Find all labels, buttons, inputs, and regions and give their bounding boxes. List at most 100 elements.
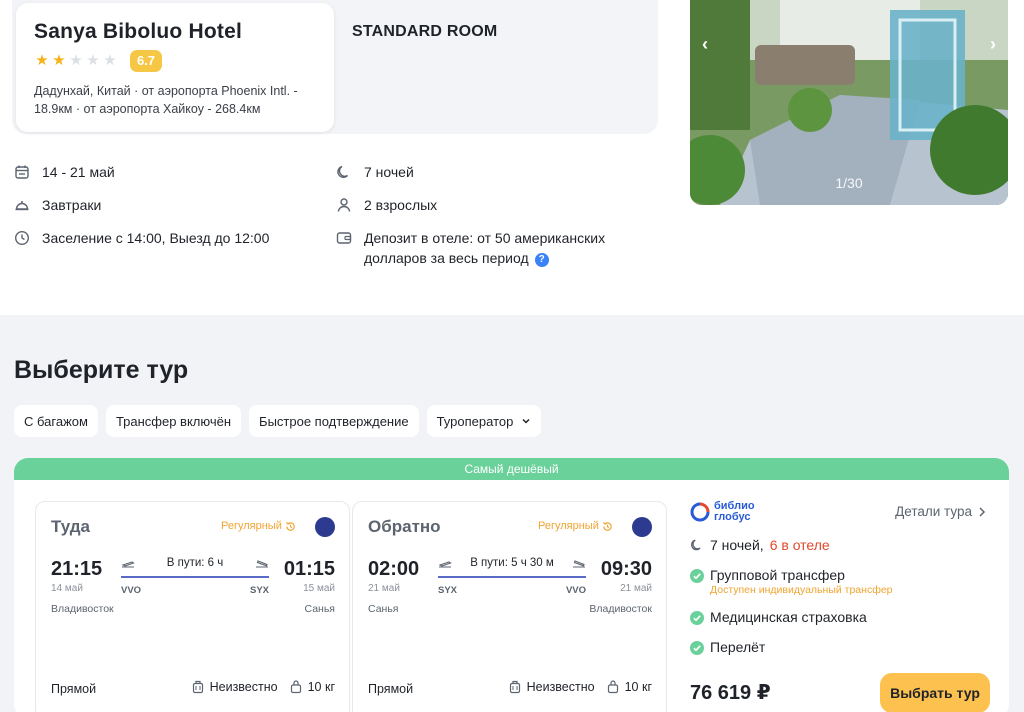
tour-price: 76 619 ₽ xyxy=(690,682,771,704)
nights-in-hotel: 6 в отеле xyxy=(769,537,830,553)
tours-section: Выберите тур С багажом Трансфер включён … xyxy=(0,315,1024,712)
history-icon xyxy=(285,521,295,531)
calendar-icon xyxy=(15,165,29,179)
nights-row: 7 ночей xyxy=(336,162,414,182)
star-icon: ★ xyxy=(86,52,100,69)
suitcase-icon xyxy=(192,680,203,694)
star-icon: ★ xyxy=(103,52,117,69)
departure-date: 14 май xyxy=(51,583,83,594)
tour-details-label: Детали тура xyxy=(895,504,972,519)
dates-row: 14 - 21 май xyxy=(14,162,115,182)
photo-prev-icon[interactable]: ‹ xyxy=(702,34,708,55)
departure-time: 02:00 xyxy=(368,558,420,580)
airline-logo xyxy=(315,517,335,537)
suitcase-icon xyxy=(509,680,520,694)
hotel-location: Дадунхай, Китай · от аэропорта Phoenix I… xyxy=(34,84,298,116)
select-tour-button[interactable]: Выбрать тур xyxy=(880,673,990,712)
flight-stops: Прямой xyxy=(51,682,97,696)
meal-row: Завтраки xyxy=(14,195,101,215)
operator-logo-mark xyxy=(690,502,710,522)
route-line xyxy=(121,576,269,578)
flight-duration: В пути: 5 ч 30 м xyxy=(470,557,554,569)
destination-city: Владивосток xyxy=(589,603,652,615)
luggage-text: Неизвестно xyxy=(209,680,278,694)
flight-direction: Обратно xyxy=(368,517,441,536)
filter-operator-dropdown[interactable]: Туроператор xyxy=(426,405,542,437)
photo-counter: 1/30 xyxy=(835,175,863,191)
guests-row: 2 взрослых xyxy=(336,195,437,215)
tour-nights-text: 7 ночей, xyxy=(710,537,764,553)
hotel-name: Sanya Biboluo Hotel xyxy=(34,20,242,43)
tour-filters: С багажом Трансфер включён Быстрое подтв… xyxy=(14,405,542,437)
checkin-row: Заселение с 14:00, Выезд до 12:00 xyxy=(14,228,269,248)
wallet-icon xyxy=(336,232,352,244)
history-icon xyxy=(602,521,612,531)
flight-type: Регулярный xyxy=(221,520,296,532)
tour-offer-card: Самый дешёвый Туда Регулярный 21:15 14 м… xyxy=(14,458,1009,712)
guests-text: 2 взрослых xyxy=(364,197,438,213)
luggage-info: Неизвестно 10 кг xyxy=(192,680,335,694)
origin-city: Санья xyxy=(368,603,399,615)
arrival-date: 21 май xyxy=(620,583,652,594)
deposit-row: Депозит в отеле: от 50 американских долл… xyxy=(336,228,636,268)
hotel-photo[interactable]: ‹ › 1/30 xyxy=(690,0,1008,205)
clock-icon xyxy=(14,230,30,246)
tour-details-link[interactable]: Детали тура xyxy=(895,504,986,519)
include-label: Перелёт xyxy=(710,639,766,655)
hand-luggage-text: 10 кг xyxy=(624,680,652,694)
luggage-text: Неизвестно xyxy=(526,680,595,694)
filter-label: Туроператор xyxy=(436,413,514,429)
deposit-label: Депозит в отеле: от 50 американских долл… xyxy=(364,230,606,266)
cloche-icon xyxy=(15,201,29,211)
hotel-stars: ★ ★ ★ ★ ★ xyxy=(34,53,118,69)
help-icon[interactable]: ? xyxy=(534,253,549,267)
filter-transfer[interactable]: Трансфер включён xyxy=(105,405,242,437)
person-icon xyxy=(337,198,351,212)
filter-label: С багажом xyxy=(24,413,88,429)
filter-luggage[interactable]: С багажом xyxy=(14,405,98,437)
flight-type-label: Регулярный xyxy=(221,520,282,532)
include-text: Групповой трансфер Доступен индивидуальн… xyxy=(710,567,893,596)
destination-code: VVO xyxy=(565,585,586,596)
include-flight: Перелёт xyxy=(690,639,765,655)
bag-icon xyxy=(290,680,301,694)
moon-icon xyxy=(691,539,701,551)
rating-badge: 6.7 xyxy=(130,50,162,72)
include-label: Групповой трансфер xyxy=(710,567,845,583)
route-line xyxy=(438,576,586,578)
star-icon: ★ xyxy=(52,52,66,69)
chevron-down-icon xyxy=(522,418,530,424)
operator-name: библио глобус xyxy=(714,501,755,523)
tour-summary: библио глобус Детали тура 7 ночей, 6 в о… xyxy=(690,501,990,712)
departure-date: 21 май xyxy=(368,583,400,594)
operator-logo: библио глобус xyxy=(690,501,755,523)
moon-icon xyxy=(337,165,349,178)
outbound-flight-card[interactable]: Туда Регулярный 21:15 14 май В пути: 6 ч… xyxy=(35,501,350,712)
check-circle-icon xyxy=(690,611,704,625)
chevron-right-icon xyxy=(979,506,986,517)
flight-route: В пути: 5 ч 30 м SYX VVO xyxy=(438,555,586,597)
photo-next-icon[interactable]: › xyxy=(990,34,996,55)
star-icon: ★ xyxy=(35,52,49,69)
flight-route: В пути: 6 ч VVO SYX xyxy=(121,555,269,597)
checkin-text: Заселение с 14:00, Выезд до 12:00 xyxy=(42,230,270,246)
origin-code: VVO xyxy=(121,585,142,596)
filter-fast-confirm[interactable]: Быстрое подтверждение xyxy=(249,405,419,437)
tour-nights: 7 ночей, 6 в отеле xyxy=(690,537,830,553)
flight-type-label: Регулярный xyxy=(538,520,599,532)
room-type: STANDARD ROOM xyxy=(352,23,498,40)
hotel-section: Sanya Biboluo Hotel ★ ★ ★ ★ ★ 6.7 Дадунх… xyxy=(0,0,1024,315)
flight-type: Регулярный xyxy=(538,520,613,532)
bag-icon xyxy=(607,680,618,694)
check-circle-icon xyxy=(690,569,704,583)
departure-time: 21:15 xyxy=(51,558,103,580)
inbound-flight-card[interactable]: Обратно Регулярный 02:00 21 май В пути: … xyxy=(352,501,667,712)
arrival-date: 15 май xyxy=(303,583,335,594)
deposit-text: Депозит в отеле: от 50 американских долл… xyxy=(364,228,636,268)
filter-label: Трансфер включён xyxy=(115,413,232,429)
include-transfer: Групповой трансфер Доступен индивидуальн… xyxy=(690,567,893,596)
flight-stops: Прямой xyxy=(368,682,414,696)
origin-city: Владивосток xyxy=(51,603,114,615)
filter-label: Быстрое подтверждение xyxy=(259,413,409,429)
hand-luggage-text: 10 кг xyxy=(307,680,335,694)
